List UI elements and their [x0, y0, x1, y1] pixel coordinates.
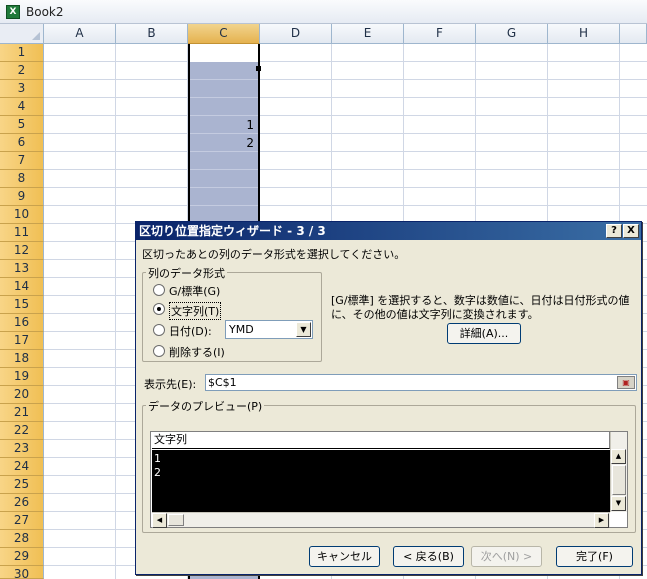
- destination-label: 表示先(E):: [144, 378, 197, 391]
- preview-line: 1: [154, 452, 161, 465]
- row-header[interactable]: 1: [0, 44, 44, 62]
- row-header[interactable]: 24: [0, 458, 44, 476]
- radio-general-label[interactable]: G/標準(G): [169, 283, 220, 299]
- date-format-value: YMD: [229, 323, 254, 336]
- row-header[interactable]: 28: [0, 530, 44, 548]
- preview-line: 2: [154, 466, 161, 479]
- preview-column-header[interactable]: 文字列: [152, 432, 610, 449]
- radio-text[interactable]: [153, 303, 165, 315]
- dialog-title: 区切り位置指定ウィザード - 3 / 3: [136, 222, 641, 240]
- fill-handle[interactable]: [256, 66, 261, 71]
- cell-c5[interactable]: 1: [190, 116, 258, 134]
- row-header[interactable]: 16: [0, 314, 44, 332]
- row-header[interactable]: 18: [0, 350, 44, 368]
- workbook-title: Book2: [26, 5, 64, 19]
- row-header[interactable]: 25: [0, 476, 44, 494]
- row-header[interactable]: 8: [0, 170, 44, 188]
- row-header[interactable]: 9: [0, 188, 44, 206]
- column-format-group-title: 列のデータ形式: [146, 265, 227, 281]
- row-header[interactable]: 15: [0, 296, 44, 314]
- radio-date[interactable]: [153, 324, 165, 336]
- column-header-a[interactable]: A: [44, 24, 116, 44]
- chevron-down-icon[interactable]: ▼: [296, 322, 311, 337]
- preview-column-body[interactable]: 1 2: [152, 450, 610, 512]
- column-header-d[interactable]: D: [260, 24, 332, 44]
- radio-skip-label[interactable]: 削除する(I): [169, 344, 225, 360]
- row-header[interactable]: 11: [0, 224, 44, 242]
- row-header[interactable]: 5: [0, 116, 44, 134]
- row-header[interactable]: 20: [0, 386, 44, 404]
- row-header[interactable]: 19: [0, 368, 44, 386]
- horizontal-scroll-thumb[interactable]: [168, 514, 184, 526]
- row-header[interactable]: 10: [0, 206, 44, 224]
- row-header[interactable]: 17: [0, 332, 44, 350]
- help-button[interactable]: ?: [606, 224, 622, 238]
- workbook-titlebar: X Book2: [0, 0, 647, 24]
- back-button[interactable]: < 戻る(B): [393, 546, 464, 567]
- cell-c6[interactable]: 2: [190, 134, 258, 152]
- row-header[interactable]: 23: [0, 440, 44, 458]
- row-header[interactable]: 29: [0, 548, 44, 566]
- excel-icon: X: [6, 5, 20, 19]
- row-header[interactable]: 21: [0, 404, 44, 422]
- date-format-select[interactable]: YMD ▼: [225, 320, 313, 339]
- scroll-right-icon[interactable]: ▶: [594, 513, 609, 528]
- row-header[interactable]: 30: [0, 566, 44, 579]
- scroll-down-icon[interactable]: ▼: [611, 496, 626, 511]
- data-preview-panel[interactable]: 文字列 1 2 ▲ ▼ ◀ ▶: [150, 431, 628, 528]
- column-header-c[interactable]: C: [188, 24, 260, 44]
- row-header[interactable]: 7: [0, 152, 44, 170]
- row-header[interactable]: 26: [0, 494, 44, 512]
- column-header-b[interactable]: B: [116, 24, 188, 44]
- radio-general[interactable]: [153, 284, 165, 296]
- preview-vertical-scrollbar[interactable]: ▲ ▼: [610, 432, 627, 512]
- preview-horizontal-scrollbar[interactable]: ◀ ▶: [152, 512, 610, 528]
- column-header-g[interactable]: G: [476, 24, 548, 44]
- scroll-left-icon[interactable]: ◀: [152, 513, 167, 528]
- finish-button[interactable]: 完了(F): [556, 546, 633, 567]
- column-header-partial[interactable]: [620, 24, 647, 44]
- advanced-button[interactable]: 詳細(A)...: [447, 323, 521, 344]
- radio-skip[interactable]: [153, 345, 165, 357]
- destination-input[interactable]: $C$1: [205, 374, 637, 391]
- cancel-button[interactable]: キャンセル: [309, 546, 380, 567]
- column-header-e[interactable]: E: [332, 24, 404, 44]
- select-all-corner[interactable]: [0, 24, 44, 44]
- row-header[interactable]: 14: [0, 278, 44, 296]
- row-header[interactable]: 27: [0, 512, 44, 530]
- row-header[interactable]: 13: [0, 260, 44, 278]
- column-header-h[interactable]: H: [548, 24, 620, 44]
- row-header[interactable]: 22: [0, 422, 44, 440]
- next-button[interactable]: 次へ(N) >: [471, 546, 542, 567]
- row-header[interactable]: 2: [0, 62, 44, 80]
- format-description-line2: に、その他の値は文字列に変換されます。: [331, 308, 539, 321]
- vertical-scroll-thumb[interactable]: [612, 465, 626, 495]
- row-header[interactable]: 12: [0, 242, 44, 260]
- radio-text-label[interactable]: 文字列(T): [169, 302, 222, 320]
- instruction-text: 区切ったあとの列のデータ形式を選択してください。: [142, 248, 406, 261]
- data-preview-group-title: データのプレビュー(P): [146, 398, 265, 414]
- scroll-up-icon[interactable]: ▲: [611, 449, 626, 464]
- row-header[interactable]: 3: [0, 80, 44, 98]
- close-button[interactable]: X: [623, 224, 639, 238]
- collapse-dialog-icon[interactable]: ▣: [617, 376, 635, 389]
- active-cell-c1[interactable]: [190, 44, 258, 62]
- row-header[interactable]: 6: [0, 134, 44, 152]
- row-header[interactable]: 4: [0, 98, 44, 116]
- column-header-f[interactable]: F: [404, 24, 476, 44]
- radio-date-label[interactable]: 日付(D):: [169, 323, 212, 339]
